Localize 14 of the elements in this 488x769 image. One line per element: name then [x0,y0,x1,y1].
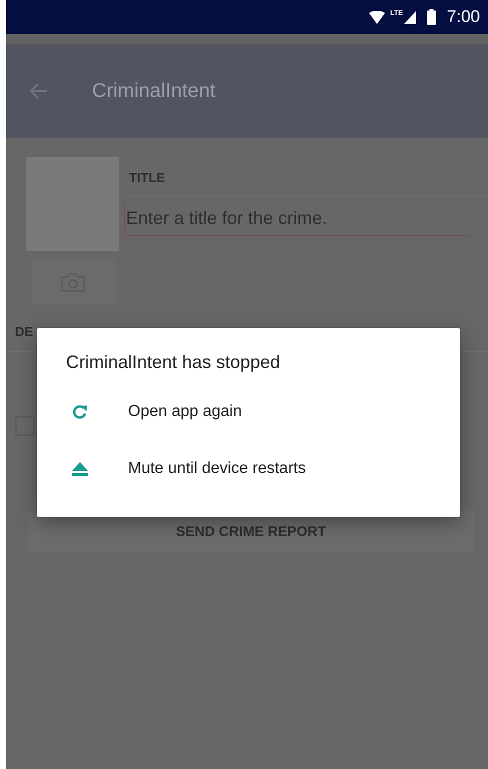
dialog-option[interactable]: Mute until device restarts [37,440,460,497]
dialog-option[interactable]: Open app again [37,383,460,440]
refresh-icon [72,404,88,420]
back-arrow-icon[interactable] [30,83,48,99]
battery-icon [426,9,436,25]
app-title: CriminalIntent [92,80,216,102]
details-label: DE [15,324,34,339]
dialog-title: CriminalIntent has stopped [66,352,282,373]
wifi-icon [369,10,386,24]
eject-icon [72,462,88,476]
clock: 7:00 [446,7,480,27]
signal-icon [404,10,416,24]
title-field[interactable]: Enter a title for the crime. [124,202,470,236]
title-label: TITLE [129,170,166,185]
